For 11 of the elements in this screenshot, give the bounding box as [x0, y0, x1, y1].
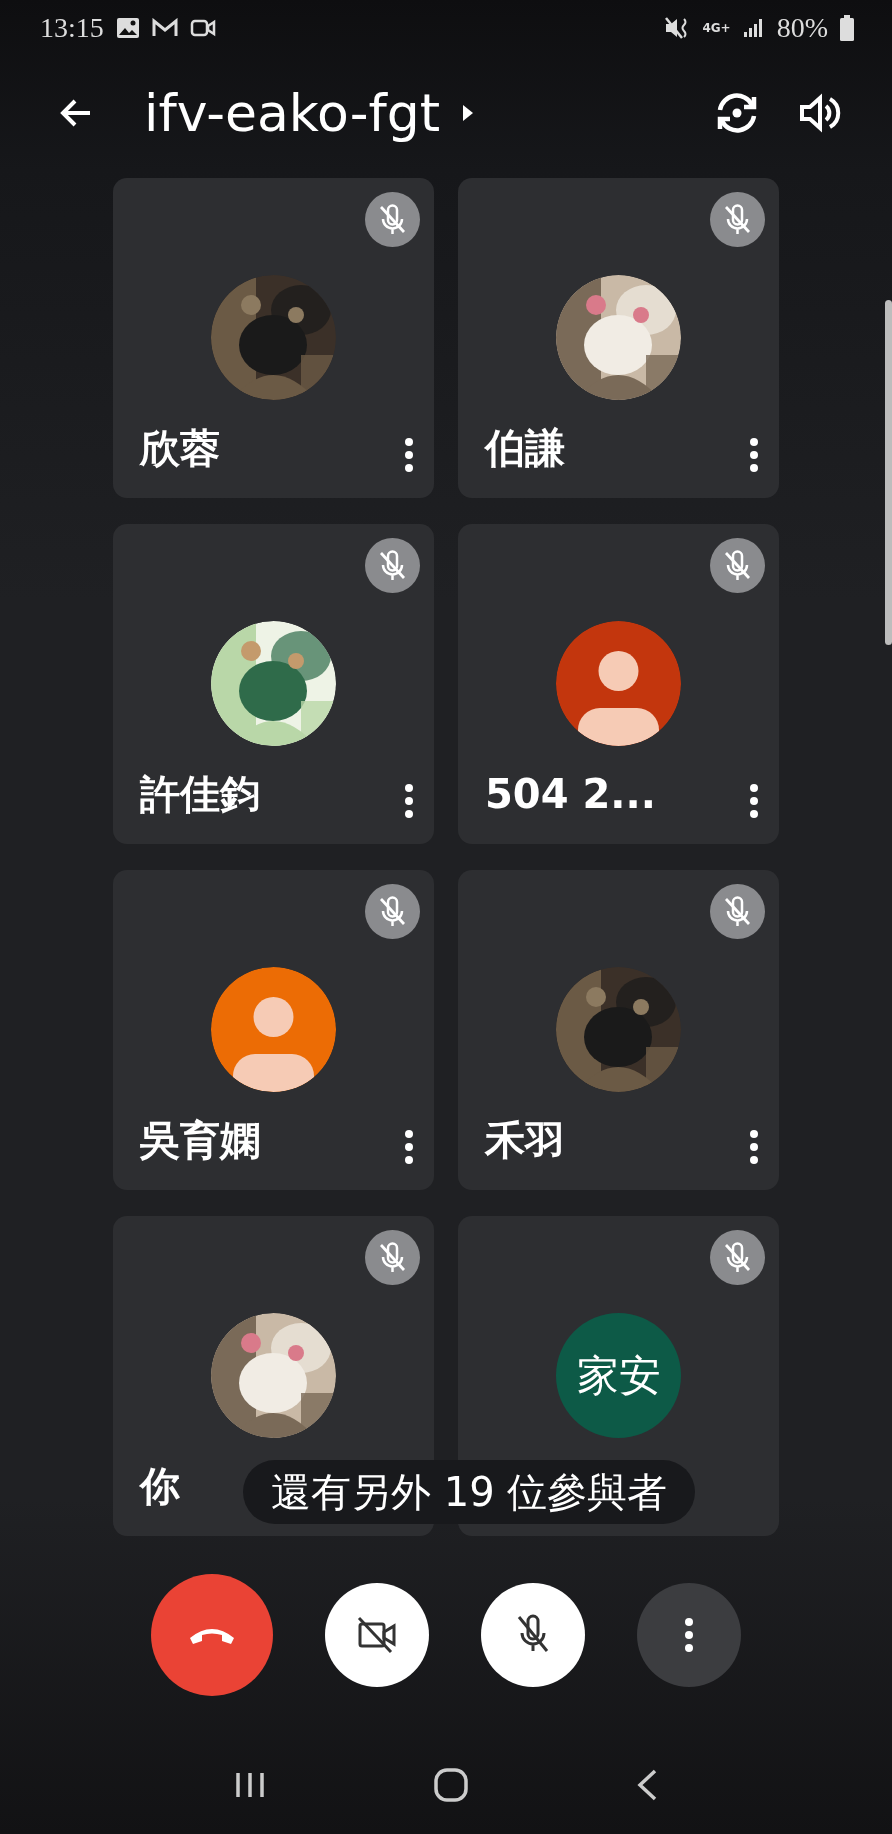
network-type: 4G+	[702, 22, 731, 34]
participant-name: 許佳鈞	[140, 769, 260, 819]
participant-name: 504 2...	[485, 771, 656, 817]
clock: 13:15	[40, 12, 104, 44]
participant-name: 吳育嫻	[140, 1115, 260, 1165]
participant-name: 欣蓉	[140, 423, 220, 473]
participant-name: 你	[140, 1461, 180, 1511]
battery-percent: 80%	[776, 12, 828, 44]
participant-name: 禾羽	[485, 1115, 565, 1165]
participant-name: 伯謙	[485, 423, 565, 473]
initials-avatar: 家安	[556, 1313, 681, 1438]
